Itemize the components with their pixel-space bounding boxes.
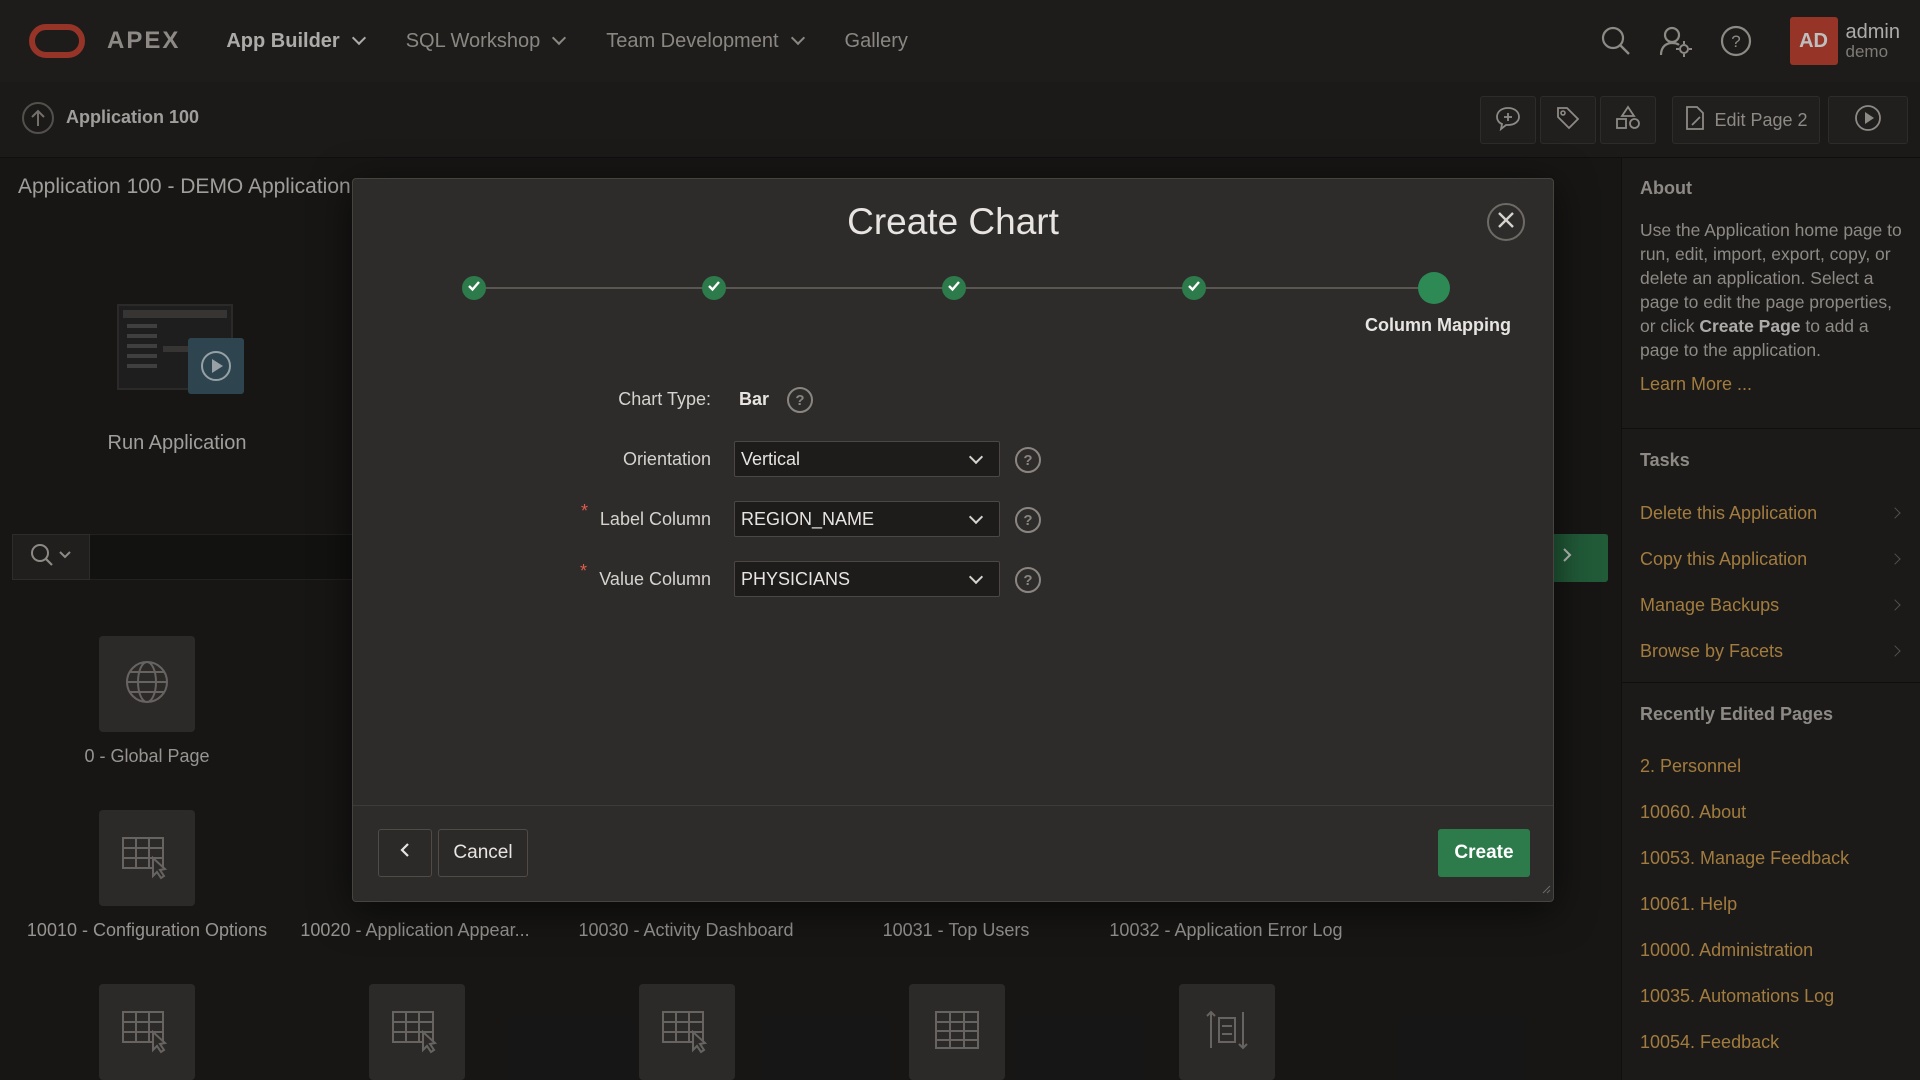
chart-type-label: Chart Type: [618, 389, 711, 409]
checkmark-icon [947, 279, 961, 297]
current-step-label: Column Mapping [1365, 315, 1511, 335]
wizard-step-1-complete [462, 276, 486, 300]
chevron-down-icon [968, 509, 984, 525]
help-icon[interactable]: ? [1015, 447, 1041, 473]
chevron-down-icon [968, 569, 984, 585]
previous-button[interactable] [378, 829, 432, 877]
value-column-label: Value Column [599, 569, 711, 589]
close-icon [1497, 211, 1515, 234]
close-button[interactable] [1487, 203, 1525, 241]
orientation-select[interactable]: Vertical [734, 441, 1000, 477]
resize-handle[interactable] [1541, 881, 1551, 899]
create-button[interactable]: Create [1438, 829, 1530, 877]
checkmark-icon [707, 279, 721, 297]
wizard-step-3-complete [942, 276, 966, 300]
chevron-down-icon [968, 449, 984, 465]
label-column-select[interactable]: REGION_NAME [734, 501, 1000, 537]
help-icon[interactable]: ? [1015, 507, 1041, 533]
dialog-footer [353, 805, 1553, 901]
wizard-step-4-complete [1182, 276, 1206, 300]
checkmark-icon [1187, 279, 1201, 297]
create-chart-dialog: Create Chart Column Mapping Chart Type: … [352, 178, 1554, 902]
value-column-select[interactable]: PHYSICIANS [734, 561, 1000, 597]
orientation-label: Orientation [622, 449, 711, 469]
checkmark-icon [467, 279, 481, 297]
chevron-left-icon [399, 842, 411, 864]
label-column-value: REGION_NAME [741, 508, 875, 529]
value-column-value: PHYSICIANS [741, 568, 851, 589]
cancel-button[interactable]: Cancel [438, 829, 528, 877]
label-column-label: Label Column [599, 509, 711, 529]
help-icon[interactable]: ? [1015, 567, 1041, 593]
dialog-title: Create Chart [847, 201, 1059, 242]
chart-type-value: Bar [739, 389, 770, 409]
wizard-step-2-complete [702, 276, 726, 300]
help-icon[interactable]: ? [787, 387, 813, 413]
wizard-step-5-current [1418, 272, 1450, 304]
orientation-value: Vertical [741, 448, 801, 469]
